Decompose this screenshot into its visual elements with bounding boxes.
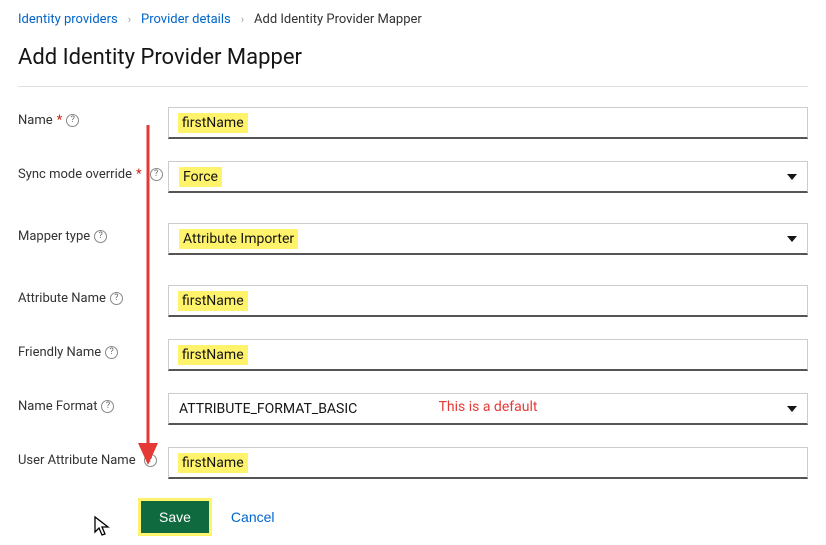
chevron-down-icon: [787, 174, 797, 180]
label-mapper-type: Mapper type ?: [18, 223, 168, 244]
cursor-icon: [93, 515, 111, 537]
mapper-type-select[interactable]: Attribute Importer: [168, 223, 808, 255]
help-icon[interactable]: ?: [94, 230, 107, 243]
divider: [18, 86, 808, 87]
attribute-name-input[interactable]: [168, 285, 808, 317]
friendly-name-input[interactable]: [168, 339, 808, 371]
chevron-right-icon: ›: [128, 13, 131, 26]
label-friendly-name: Friendly Name ?: [18, 339, 168, 360]
chevron-right-icon: ›: [241, 13, 244, 26]
breadcrumb: Identity providers › Provider details › …: [18, 12, 808, 27]
name-format-value: ATTRIBUTE_FORMAT_BASIC: [179, 401, 357, 417]
label-sync-mode-override: Sync mode override * ?: [18, 161, 168, 182]
breadcrumb-link-provider-details[interactable]: Provider details: [141, 12, 231, 27]
label-name: Name * ?: [18, 107, 168, 128]
name-format-select[interactable]: ATTRIBUTE_FORMAT_BASIC: [168, 393, 808, 425]
breadcrumb-current: Add Identity Provider Mapper: [254, 12, 422, 27]
label-attribute-name: Attribute Name ?: [18, 285, 168, 306]
help-icon[interactable]: ?: [105, 346, 118, 359]
breadcrumb-link-identity-providers[interactable]: Identity providers: [18, 12, 118, 27]
sync-mode-override-value: Force: [179, 167, 222, 187]
chevron-down-icon: [787, 236, 797, 242]
chevron-down-icon: [787, 406, 797, 412]
help-icon[interactable]: ?: [144, 454, 157, 467]
save-button[interactable]: Save: [141, 501, 209, 533]
user-attribute-name-input[interactable]: [168, 447, 808, 479]
help-icon[interactable]: ?: [66, 114, 79, 127]
mapper-type-value: Attribute Importer: [179, 229, 298, 249]
help-icon[interactable]: ?: [101, 400, 114, 413]
help-icon[interactable]: ?: [110, 292, 123, 305]
label-user-attribute-name: User Attribute Name ?: [18, 447, 168, 468]
label-name-format: Name Format ?: [18, 393, 168, 414]
help-icon[interactable]: ?: [150, 168, 163, 181]
name-input[interactable]: [168, 107, 808, 139]
sync-mode-override-select[interactable]: Force: [168, 161, 808, 193]
page-title: Add Identity Provider Mapper: [18, 45, 808, 70]
